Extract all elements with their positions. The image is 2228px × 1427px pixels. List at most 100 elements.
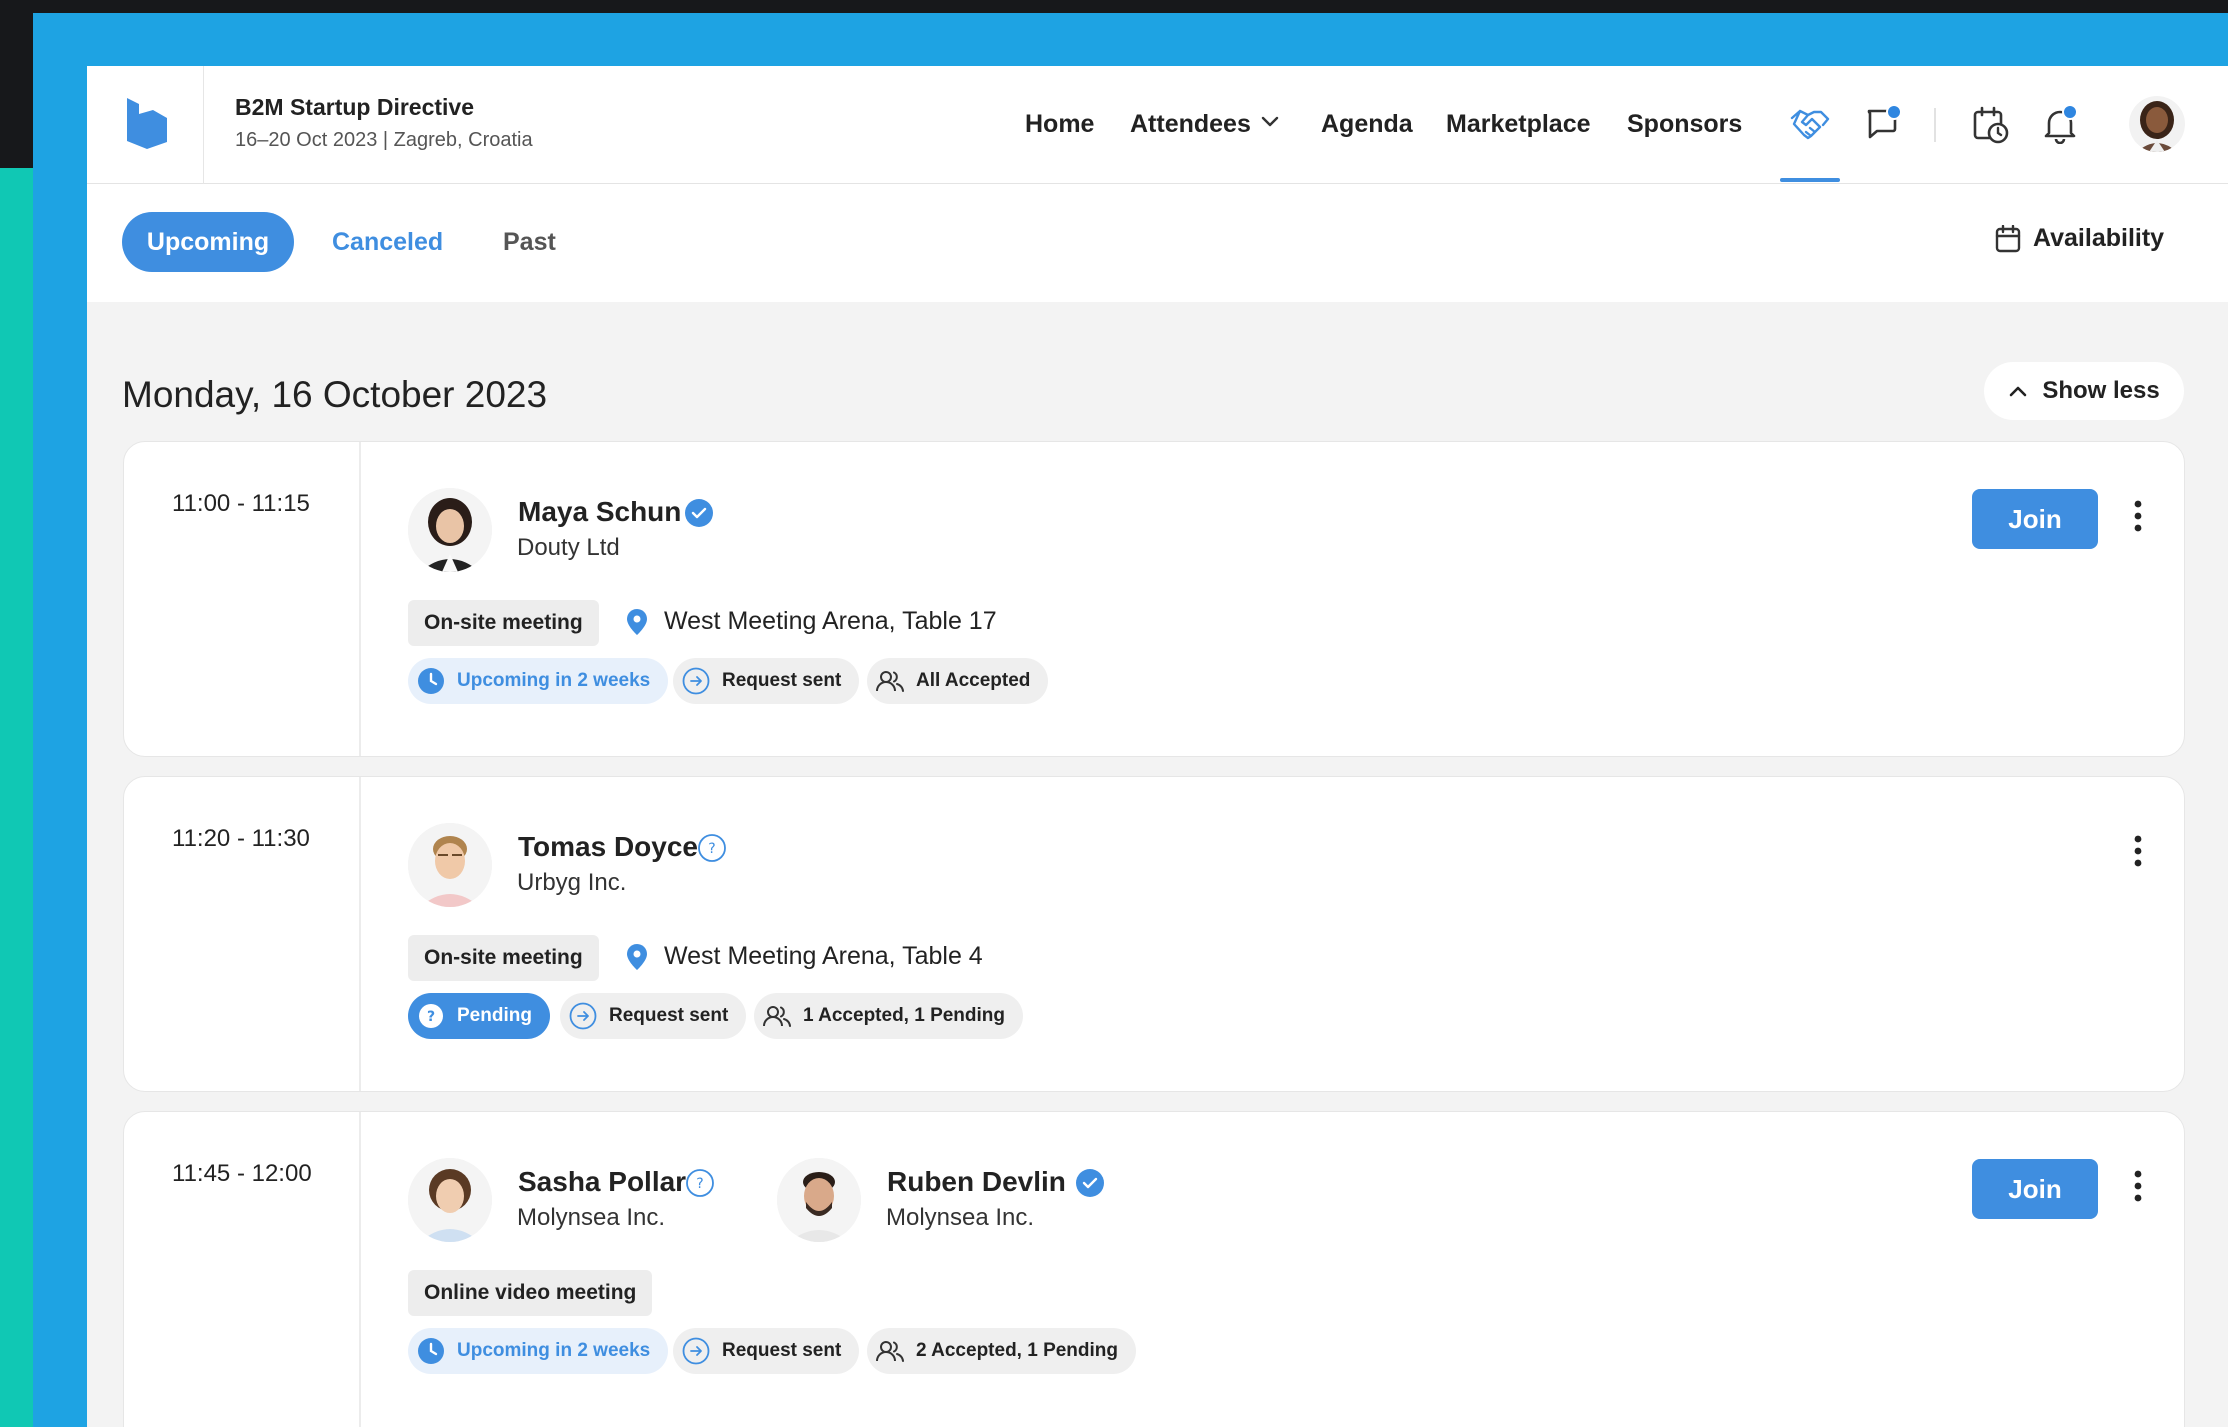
users-icon [876, 671, 904, 692]
day-heading: Monday, 16 October 2023 [122, 374, 548, 415]
chevron-up-icon [2010, 386, 2027, 397]
meeting-time: 11:45 - 12:00 [172, 1160, 312, 1187]
location-pin-icon [627, 608, 647, 635]
top-header: B2M Startup Directive 16–20 Oct 2023 | Z… [87, 66, 2228, 184]
brand-logo-icon [127, 98, 167, 149]
app-window: B2M Startup Directive 16–20 Oct 2023 | Z… [87, 66, 2228, 1427]
more-options-icon[interactable] [2134, 500, 2142, 532]
clock-icon [418, 1338, 444, 1364]
logo[interactable] [87, 66, 204, 184]
meeting-card[interactable]: 11:45 - 12:00 Sasha Pollar ? Molynsea In… [123, 1111, 2185, 1427]
time-column: 11:20 - 11:30 [124, 777, 361, 1091]
meeting-location: West Meeting Arena, Table 17 [626, 607, 997, 636]
timing-chip: Upcoming in 2 weeks [408, 658, 669, 704]
event-dates-location: 16–20 Oct 2023 | Zagreb, Croatia [235, 129, 533, 151]
calendar-icon [1995, 224, 2021, 252]
attendance-chip-label: 2 Accepted, 1 Pending [916, 1340, 1119, 1361]
verified-check-icon [1076, 1169, 1104, 1197]
availability-label: Availability [2033, 224, 2165, 252]
location-text: West Meeting Arena, Table 17 [664, 607, 997, 635]
location-pin-icon [627, 943, 647, 970]
nav-agenda[interactable]: Agenda [1321, 110, 1413, 139]
participant-avatar [408, 488, 492, 572]
participant-name: Sasha Pollar [518, 1166, 687, 1197]
meeting-type-tag: Online video meeting [408, 1270, 653, 1316]
question-icon: ? [419, 1004, 443, 1028]
participant-company: Urbyg Inc. [517, 869, 627, 896]
participant-photo [408, 823, 492, 907]
background-accent-strip [0, 168, 34, 1427]
join-button[interactable]: Join [1972, 1159, 2098, 1219]
attendance-chip-label: 1 Accepted, 1 Pending [803, 1005, 1006, 1026]
users-icon [763, 1006, 791, 1027]
nav-attendees[interactable]: Attendees [1130, 110, 1251, 139]
participant-avatar [777, 1158, 861, 1242]
calendar-clock-icon[interactable] [1972, 106, 2010, 144]
notification-dot [2062, 104, 2078, 120]
meeting-time: 11:00 - 11:15 [172, 490, 310, 517]
timing-chip-label: Upcoming in 2 weeks [457, 670, 651, 691]
request-chip: Request sent [673, 658, 860, 704]
more-options-icon[interactable] [2134, 1170, 2142, 1202]
clock-icon [418, 668, 444, 694]
svg-text:?: ? [696, 1176, 703, 1192]
availability-button[interactable]: Availability [1995, 224, 2164, 253]
request-chip-label: Request sent [609, 1005, 729, 1026]
pending-status-icon: ? [698, 834, 726, 862]
status-chip-label: Pending [457, 1005, 532, 1026]
meeting-card[interactable]: 11:00 - 11:15 Maya Schun Douty Ltd On-si… [123, 441, 2185, 757]
attendance-chip: 1 Accepted, 1 Pending [754, 993, 1024, 1039]
nav-sponsors[interactable]: Sponsors [1627, 110, 1742, 139]
show-less-label: Show less [2042, 377, 2160, 404]
more-options-icon[interactable] [2134, 835, 2142, 867]
participant-company: Molynsea Inc. [886, 1204, 1035, 1231]
arrow-circle-icon [682, 667, 710, 695]
meeting-time: 11:20 - 11:30 [172, 825, 310, 852]
meeting-type-tag: On-site meeting [408, 600, 599, 646]
join-button[interactable]: Join [1972, 489, 2098, 549]
attendance-chip: 2 Accepted, 1 Pending [867, 1328, 1137, 1374]
header-divider [1934, 108, 1936, 142]
request-chip: Request sent [673, 1328, 860, 1374]
participant-photo [408, 488, 492, 572]
tab-canceled[interactable]: Canceled [332, 228, 443, 257]
handshake-icon[interactable] [1790, 106, 1830, 142]
tab-past[interactable]: Past [503, 228, 556, 257]
time-column: 11:00 - 11:15 [124, 442, 361, 756]
users-icon [876, 1341, 904, 1362]
attendance-chip: All Accepted [867, 658, 1049, 704]
svg-text:?: ? [427, 1009, 435, 1025]
participant-photo [408, 1158, 492, 1242]
participant-name: Ruben Devlin [887, 1166, 1066, 1197]
participant-avatar [408, 823, 492, 907]
meeting-card[interactable]: 11:20 - 11:30 Tomas Doyce ? Urbyg Inc. O… [123, 776, 2185, 1092]
pending-status-icon: ? [686, 1169, 714, 1197]
timing-chip: Upcoming in 2 weeks [408, 1328, 669, 1374]
participant-name: Tomas Doyce [518, 831, 698, 862]
request-chip: Request sent [560, 993, 747, 1039]
tab-upcoming[interactable]: Upcoming [122, 212, 294, 272]
meeting-location: West Meeting Arena, Table 4 [626, 942, 983, 971]
nav-home[interactable]: Home [1025, 110, 1094, 139]
event-title: B2M Startup Directive [235, 94, 475, 120]
participant-name: Maya Schun [518, 496, 682, 527]
chat-notification-dot [1886, 104, 1902, 120]
participant-company: Molynsea Inc. [517, 1204, 666, 1231]
nav-marketplace[interactable]: Marketplace [1446, 110, 1591, 139]
status-chip: ? Pending [408, 993, 550, 1039]
request-chip-label: Request sent [722, 1340, 842, 1361]
show-less-button[interactable]: Show less [1984, 362, 2184, 420]
user-avatar-image [2129, 96, 2185, 152]
request-chip-label: Request sent [722, 670, 842, 691]
arrow-circle-icon [569, 1002, 597, 1030]
arrow-circle-icon [682, 1337, 710, 1365]
attendance-chip-label: All Accepted [916, 670, 1031, 691]
participant-avatar [408, 1158, 492, 1242]
verified-check-icon [685, 499, 713, 527]
user-avatar[interactable] [2129, 96, 2185, 152]
timing-chip-label: Upcoming in 2 weeks [457, 1340, 651, 1361]
active-nav-indicator [1780, 178, 1840, 182]
participant-company: Douty Ltd [517, 534, 620, 561]
chevron-down-icon[interactable] [1260, 115, 1280, 129]
svg-text:?: ? [708, 841, 715, 857]
